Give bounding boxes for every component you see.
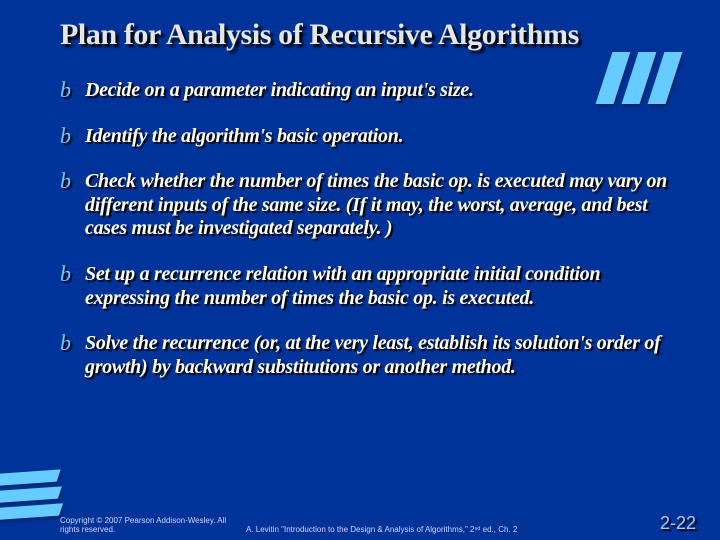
bottom-decoration xyxy=(0,470,62,521)
list-item: b Check whether the number of times the … xyxy=(60,170,682,241)
bullet-icon: b xyxy=(60,79,71,101)
slide-title: Plan for Analysis of Recursive Algorithm… xyxy=(60,18,692,51)
list-item: b Solve the recurrence (or, at the very … xyxy=(60,332,682,379)
stripe-icon xyxy=(0,486,62,503)
corner-decoration xyxy=(604,52,694,104)
bullet-list: b Decide on a parameter indicating an in… xyxy=(60,79,692,379)
bullet-icon: b xyxy=(60,170,71,192)
footer: Copyright © 2007 Pearson Addison-Wesley.… xyxy=(60,513,702,534)
copyright-text: Copyright © 2007 Pearson Addison-Wesley.… xyxy=(60,516,240,534)
page-number: 2-22 xyxy=(660,513,702,534)
slide: Plan for Analysis of Recursive Algorithm… xyxy=(0,0,720,540)
list-item: b Set up a recurrence relation with an a… xyxy=(60,263,682,310)
bullet-text: Identify the algorithm's basic operation… xyxy=(85,125,403,149)
bullet-icon: b xyxy=(60,332,71,354)
citation-text: A. Levitin "Introduction to the Design &… xyxy=(240,525,660,534)
bullet-text: Decide on a parameter indicating an inpu… xyxy=(85,79,474,103)
bullet-icon: b xyxy=(60,125,71,147)
list-item: b Identify the algorithm's basic operati… xyxy=(60,125,682,149)
bullet-icon: b xyxy=(60,263,71,285)
list-item: b Decide on a parameter indicating an in… xyxy=(60,79,682,103)
bullet-text: Solve the recurrence (or, at the very le… xyxy=(85,332,682,379)
stripe-icon xyxy=(0,469,61,486)
stripe-icon xyxy=(0,503,63,520)
bullet-text: Check whether the number of times the ba… xyxy=(85,170,682,241)
bullet-text: Set up a recurrence relation with an app… xyxy=(85,263,682,310)
